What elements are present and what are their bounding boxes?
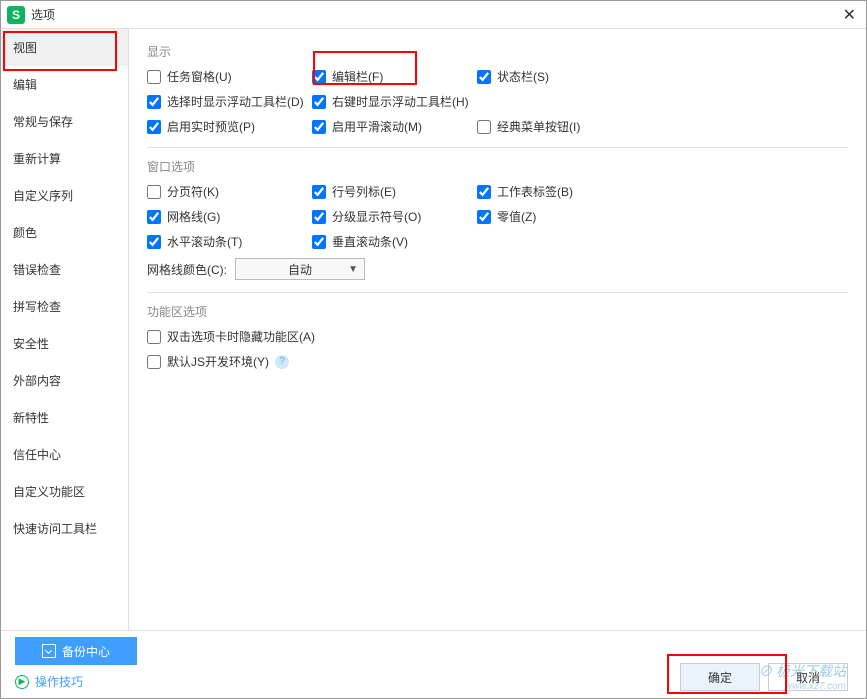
chk-smoothscroll[interactable]: 启用平滑滚动(M) bbox=[312, 118, 477, 135]
gridcolor-value: 自动 bbox=[288, 261, 312, 278]
content-pane: 显示 任务窗格(U) 编辑栏(F) 状态栏(S) 选择时显示浮动工具栏(D) 右… bbox=[129, 29, 866, 631]
chk-outline[interactable]: 分级显示符号(O) bbox=[312, 208, 477, 225]
sidebar-item-4[interactable]: 自定义序列 bbox=[1, 177, 128, 214]
chk-outline-input[interactable] bbox=[312, 210, 326, 224]
backup-icon bbox=[42, 644, 56, 658]
chk-sheettab-input[interactable] bbox=[477, 185, 491, 199]
chk-gridlines-input[interactable] bbox=[147, 210, 161, 224]
chk-classicmenu[interactable]: 经典菜单按钮(I) bbox=[477, 118, 642, 135]
chk-floatright[interactable]: 右键时显示浮动工具栏(H) bbox=[312, 93, 477, 110]
chk-sheettab[interactable]: 工作表标签(B) bbox=[477, 183, 642, 200]
chk-preview-input[interactable] bbox=[147, 120, 161, 134]
sidebar: 视图编辑常规与保存重新计算自定义序列颜色错误检查拼写检查安全性外部内容新特性信任… bbox=[1, 29, 129, 631]
sidebar-item-10[interactable]: 新特性 bbox=[1, 399, 128, 436]
section-ribbon: 功能区选项 双击选项卡时隐藏功能区(A) 默认JS开发环境(Y)? bbox=[147, 303, 848, 370]
help-icon[interactable]: ? bbox=[275, 355, 289, 369]
app-icon: S bbox=[7, 6, 25, 24]
gridcolor-label: 网格线颜色(C): bbox=[147, 261, 227, 278]
sidebar-item-6[interactable]: 错误检查 bbox=[1, 251, 128, 288]
titlebar: S 选项 ✕ bbox=[1, 1, 866, 29]
sidebar-item-9[interactable]: 外部内容 bbox=[1, 362, 128, 399]
cancel-button[interactable]: 取消 bbox=[768, 663, 848, 691]
chk-smoothscroll-input[interactable] bbox=[312, 120, 326, 134]
tips-label: 操作技巧 bbox=[35, 673, 83, 690]
chk-taskpane-input[interactable] bbox=[147, 70, 161, 84]
chk-dblclick[interactable]: 双击选项卡时隐藏功能区(A) bbox=[147, 328, 315, 345]
chk-jsdev[interactable]: 默认JS开发环境(Y)? bbox=[147, 353, 289, 370]
chk-editbar-input[interactable] bbox=[312, 70, 326, 84]
chevron-down-icon: ▼ bbox=[348, 264, 358, 275]
ok-button[interactable]: 确定 bbox=[680, 663, 760, 691]
sidebar-item-8[interactable]: 安全性 bbox=[1, 325, 128, 362]
sidebar-item-2[interactable]: 常规与保存 bbox=[1, 103, 128, 140]
chk-dblclick-input[interactable] bbox=[147, 330, 161, 344]
chk-rowcolhead[interactable]: 行号列标(E) bbox=[312, 183, 477, 200]
chk-statusbar-input[interactable] bbox=[477, 70, 491, 84]
play-icon: ▶ bbox=[15, 675, 29, 689]
sidebar-item-11[interactable]: 信任中心 bbox=[1, 436, 128, 473]
chk-floatright-input[interactable] bbox=[312, 95, 326, 109]
section-display-title: 显示 bbox=[147, 43, 848, 60]
chk-classicmenu-input[interactable] bbox=[477, 120, 491, 134]
window-title: 选项 bbox=[31, 6, 839, 23]
section-window-title: 窗口选项 bbox=[147, 158, 848, 175]
chk-hscroll-input[interactable] bbox=[147, 235, 161, 249]
sidebar-item-1[interactable]: 编辑 bbox=[1, 66, 128, 103]
close-button[interactable]: ✕ bbox=[839, 5, 860, 25]
backup-label: 备份中心 bbox=[62, 643, 110, 660]
tips-link[interactable]: ▶ 操作技巧 bbox=[15, 673, 83, 690]
divider bbox=[147, 147, 848, 148]
sidebar-item-12[interactable]: 自定义功能区 bbox=[1, 473, 128, 510]
chk-pagebreak-input[interactable] bbox=[147, 185, 161, 199]
footer: 备份中心 ▶ 操作技巧 确定 取消 ⊘ 极光下载站 www.xz7.com bbox=[1, 630, 866, 698]
chk-statusbar[interactable]: 状态栏(S) bbox=[477, 68, 642, 85]
section-window: 窗口选项 分页符(K) 行号列标(E) 工作表标签(B) 网格线(G) 分级显示… bbox=[147, 158, 848, 280]
chk-jsdev-input[interactable] bbox=[147, 355, 161, 369]
chk-floatselect[interactable]: 选择时显示浮动工具栏(D) bbox=[147, 93, 312, 110]
sidebar-item-0[interactable]: 视图 bbox=[1, 29, 128, 66]
sidebar-item-13[interactable]: 快速访问工具栏 bbox=[1, 510, 128, 547]
chk-taskpane[interactable]: 任务窗格(U) bbox=[147, 68, 312, 85]
gridcolor-dropdown[interactable]: 自动 ▼ bbox=[235, 258, 365, 280]
divider bbox=[147, 292, 848, 293]
section-display: 显示 任务窗格(U) 编辑栏(F) 状态栏(S) 选择时显示浮动工具栏(D) 右… bbox=[147, 43, 848, 135]
chk-rowcolhead-input[interactable] bbox=[312, 185, 326, 199]
sidebar-item-5[interactable]: 颜色 bbox=[1, 214, 128, 251]
chk-floatselect-input[interactable] bbox=[147, 95, 161, 109]
chk-preview[interactable]: 启用实时预览(P) bbox=[147, 118, 312, 135]
chk-vscroll[interactable]: 垂直滚动条(V) bbox=[312, 233, 477, 250]
chk-hscroll[interactable]: 水平滚动条(T) bbox=[147, 233, 312, 250]
chk-zero[interactable]: 零值(Z) bbox=[477, 208, 642, 225]
backup-button[interactable]: 备份中心 bbox=[15, 637, 137, 665]
chk-editbar[interactable]: 编辑栏(F) bbox=[312, 68, 477, 85]
chk-zero-input[interactable] bbox=[477, 210, 491, 224]
sidebar-item-3[interactable]: 重新计算 bbox=[1, 140, 128, 177]
sidebar-item-7[interactable]: 拼写检查 bbox=[1, 288, 128, 325]
section-ribbon-title: 功能区选项 bbox=[147, 303, 848, 320]
chk-vscroll-input[interactable] bbox=[312, 235, 326, 249]
chk-pagebreak[interactable]: 分页符(K) bbox=[147, 183, 312, 200]
chk-gridlines[interactable]: 网格线(G) bbox=[147, 208, 312, 225]
